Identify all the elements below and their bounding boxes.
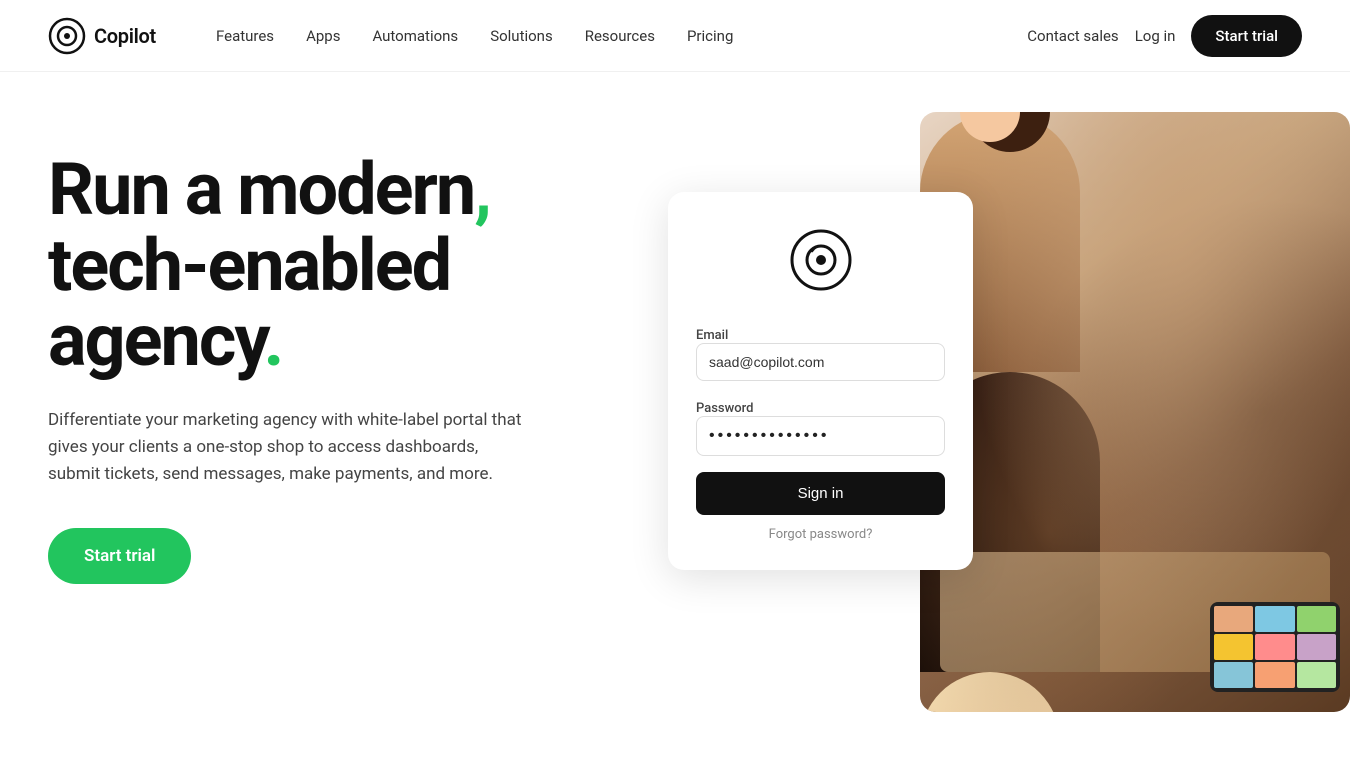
nav-features[interactable]: Features — [204, 19, 286, 53]
password-label: Password — [696, 401, 753, 416]
headline-line2: tech-enabled — [48, 223, 450, 308]
hero-photo — [920, 112, 1350, 712]
logo-link[interactable]: Copilot — [48, 17, 156, 55]
forgot-password-link[interactable]: Forgot password? — [696, 527, 945, 542]
contact-sales-link[interactable]: Contact sales — [1027, 27, 1118, 45]
login-copilot-icon — [789, 228, 853, 292]
hero-headline: Run a modern, tech-enabled agency. — [48, 152, 628, 379]
login-card: Email Password Sign in Forgot password? — [668, 192, 973, 570]
headline-line1: Run a modern, — [48, 147, 490, 232]
hero-content: Run a modern, tech-enabled agency. Diffe… — [48, 132, 628, 584]
nav-right-actions: Contact sales Log in Start trial — [1027, 15, 1302, 57]
tablet-device — [1210, 602, 1340, 692]
hero-section: Run a modern, tech-enabled agency. Diffe… — [0, 72, 1350, 772]
email-input[interactable] — [696, 343, 945, 381]
email-label: Email — [696, 328, 728, 343]
nav-pricing[interactable]: Pricing — [675, 19, 745, 53]
nav-links: Features Apps Automations Solutions Reso… — [204, 19, 1027, 53]
login-link[interactable]: Log in — [1135, 27, 1176, 45]
signin-button[interactable]: Sign in — [696, 472, 945, 515]
nav-start-trial-button[interactable]: Start trial — [1191, 15, 1302, 57]
hero-subtext: Differentiate your marketing agency with… — [48, 407, 528, 489]
headline-line3: agency. — [48, 298, 282, 383]
password-input[interactable] — [696, 416, 945, 456]
navbar: Copilot Features Apps Automations Soluti… — [0, 0, 1350, 72]
nav-resources[interactable]: Resources — [573, 19, 667, 53]
logo-icon — [48, 17, 86, 55]
logo-text: Copilot — [94, 24, 156, 48]
nav-apps[interactable]: Apps — [294, 19, 352, 53]
hero-start-trial-button[interactable]: Start trial — [48, 528, 191, 584]
login-logo-area — [696, 228, 945, 292]
hero-visual: Email Password Sign in Forgot password? — [668, 132, 1302, 732]
nav-automations[interactable]: Automations — [360, 19, 470, 53]
nav-solutions[interactable]: Solutions — [478, 19, 565, 53]
